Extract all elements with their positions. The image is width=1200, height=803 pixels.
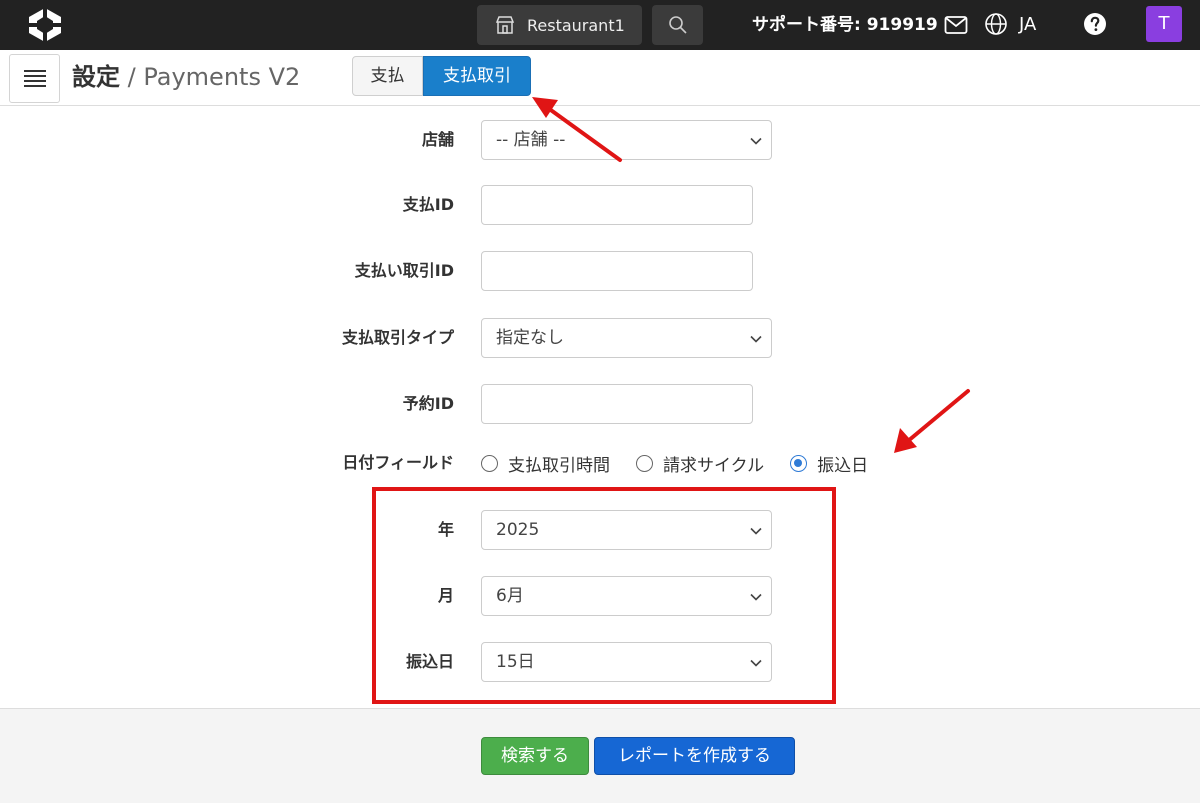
payment-id-row: 支払ID [0, 185, 1200, 225]
payment-transaction-id-label: 支払い取引ID [354, 261, 454, 280]
store-select-value: -- 店舗 -- [496, 130, 566, 150]
app-logo-icon[interactable] [26, 6, 64, 44]
transaction-type-label: 支払取引タイプ [341, 328, 454, 347]
radio-label: 請求サイクル [663, 455, 765, 476]
top-navigation-bar: Restaurant1 サポート番号: 919919 JA T [0, 0, 1200, 50]
page-title-main: 設定 [72, 63, 120, 91]
annotation-highlight-box [372, 487, 836, 704]
menu-line-icon [23, 75, 46, 77]
menu-line-icon [23, 80, 46, 82]
radio-label: 振込日 [817, 455, 869, 476]
mail-icon[interactable] [944, 14, 968, 36]
radio-button[interactable] [481, 454, 498, 472]
transaction-type-value: 指定なし [496, 328, 564, 348]
date-field-label: 日付フィールド [342, 453, 454, 472]
search-icon [668, 16, 687, 34]
store-label: 店舗 [421, 130, 454, 149]
tab-payments[interactable]: 支払 [352, 56, 423, 96]
payment-id-input[interactable] [481, 185, 753, 225]
page-title-separator: / [127, 63, 136, 91]
chevron-down-icon [750, 335, 762, 343]
radio-billing-cycle[interactable]: 請求サイクル [636, 451, 764, 476]
store-select[interactable]: -- 店舗 -- [481, 120, 772, 160]
page-header: 設定 / Payments V2 支払 支払取引 [0, 50, 1200, 106]
date-field-row: 日付フィールド 支払取引時間 請求サイクル 振込日 [0, 443, 1200, 483]
payment-transaction-id-input[interactable] [481, 251, 753, 291]
payment-transaction-id-row: 支払い取引ID [0, 251, 1200, 291]
globe-icon[interactable] [984, 12, 1008, 36]
menu-line-icon [23, 70, 46, 72]
search-button[interactable] [652, 5, 703, 45]
menu-line-icon [23, 85, 46, 87]
transaction-type-select[interactable]: 指定なし [481, 318, 772, 358]
radio-button-selected[interactable] [790, 454, 808, 472]
radio-transfer-date[interactable]: 振込日 [790, 451, 868, 476]
date-field-radio-group: 支払取引時間 請求サイクル 振込日 [481, 443, 894, 483]
user-avatar[interactable]: T [1146, 6, 1182, 42]
reservation-id-label: 予約ID [402, 394, 454, 413]
form-footer: 検索する レポートを作成する [0, 708, 1200, 803]
radio-button[interactable] [636, 454, 653, 472]
hamburger-menu-button[interactable] [9, 54, 60, 103]
payment-id-label: 支払ID [402, 195, 454, 214]
store-name: Restaurant1 [527, 15, 625, 35]
page-title: 設定 / Payments V2 [72, 62, 300, 92]
store-icon [495, 16, 515, 34]
store-row: 店舗 -- 店舗 -- [0, 120, 1200, 160]
help-icon[interactable] [1083, 12, 1107, 36]
page-title-sub: Payments V2 [143, 63, 301, 91]
reservation-id-row: 予約ID [0, 384, 1200, 424]
reservation-id-input[interactable] [481, 384, 753, 424]
chevron-down-icon [750, 137, 762, 145]
language-selector[interactable]: JA [1019, 12, 1036, 38]
store-selector-button[interactable]: Restaurant1 [477, 5, 642, 45]
radio-label: 支払取引時間 [508, 455, 610, 476]
tab-group: 支払 支払取引 [352, 56, 531, 96]
tab-payment-transactions[interactable]: 支払取引 [423, 56, 531, 96]
create-report-button[interactable]: レポートを作成する [594, 737, 795, 775]
search-submit-button[interactable]: 検索する [481, 737, 589, 775]
radio-transaction-time[interactable]: 支払取引時間 [481, 451, 610, 476]
support-number: サポート番号: 919919 [752, 15, 938, 35]
transaction-type-row: 支払取引タイプ 指定なし [0, 318, 1200, 358]
